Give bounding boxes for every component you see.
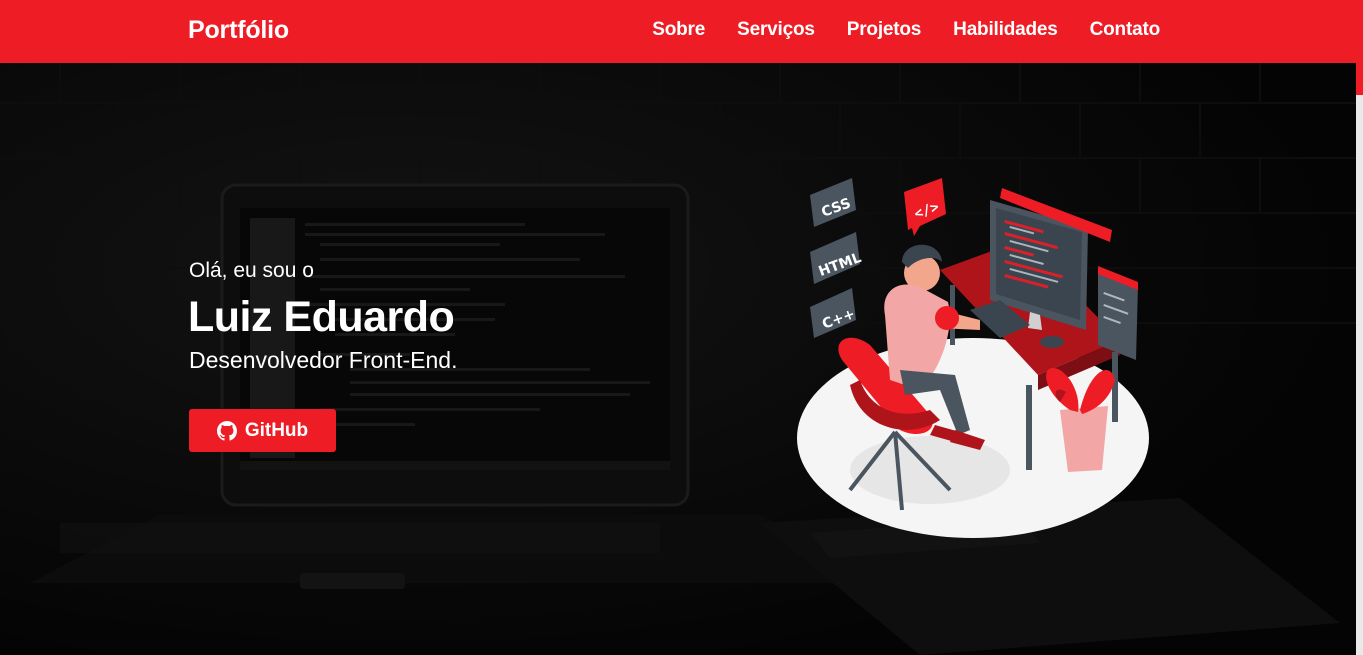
github-icon — [216, 420, 237, 441]
nav-link-habilidades[interactable]: Habilidades — [953, 19, 1058, 41]
hero-role: Desenvolvedor Front-End. — [189, 347, 458, 373]
navbar: Portfólio Sobre Serviços Projetos Habili… — [0, 0, 1356, 63]
brand-logo[interactable]: Portfólio — [188, 16, 289, 45]
github-button[interactable]: GitHub — [189, 409, 336, 452]
scrollbar-thumb[interactable] — [1356, 0, 1363, 95]
github-button-label: GitHub — [244, 419, 309, 441]
developer-illustration: CSS HTML C++ </> — [797, 178, 1149, 538]
hero-name: Luiz Eduardo — [188, 293, 455, 341]
nav-link-contato[interactable]: Contato — [1090, 19, 1161, 41]
css-badge: CSS — [810, 178, 856, 227]
hero-greeting: Olá, eu sou o — [189, 259, 314, 282]
code-tag-bubble: </> — [904, 178, 946, 236]
scrollbar-track[interactable] — [1356, 0, 1363, 655]
main-menu: Sobre Serviços Projetos Habilidades Cont… — [652, 19, 1160, 41]
nav-link-sobre[interactable]: Sobre — [652, 19, 705, 41]
nav-link-projetos[interactable]: Projetos — [847, 19, 922, 41]
nav-link-servicos[interactable]: Serviços — [737, 19, 815, 41]
html-badge: HTML — [810, 232, 864, 284]
hero-section: Olá, eu sou o Luiz Eduardo Desenvolvedor… — [0, 63, 1356, 655]
cpp-badge: C++ — [810, 288, 857, 338]
